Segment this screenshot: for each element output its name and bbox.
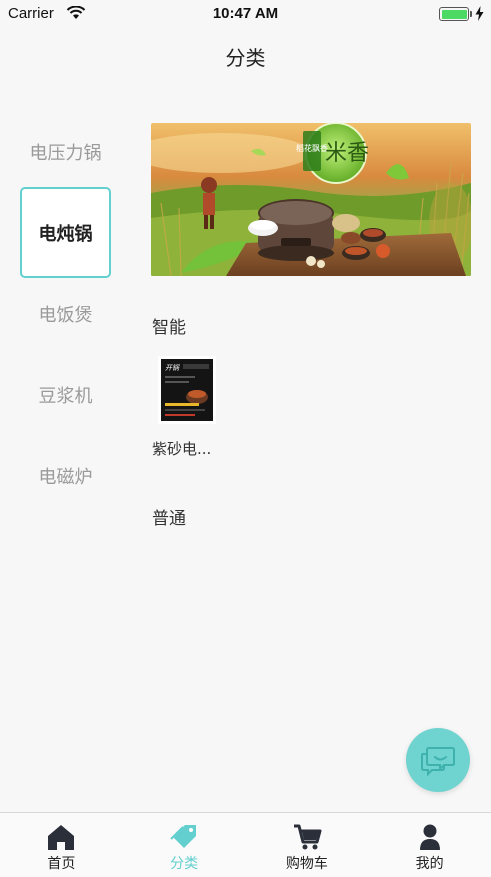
page-title: 分类: [225, 46, 266, 70]
tab-profile-label: 我的: [415, 856, 444, 872]
tab-cart-label: 购物车: [285, 856, 328, 872]
tab-cart[interactable]: 购物车: [246, 813, 369, 877]
clock: 10:47 AM: [212, 5, 279, 22]
customer-service-button[interactable]: [406, 728, 470, 792]
sidebar-item-stew-pot[interactable]: 电炖锅: [20, 187, 111, 278]
tab-category[interactable]: 分类: [123, 813, 246, 877]
tab-profile[interactable]: 我的: [368, 813, 491, 877]
banner-image: 稻花飘香 米香: [151, 123, 471, 276]
home-icon: [48, 825, 75, 850]
section-title-regular: 普通: [152, 509, 186, 529]
tab-home[interactable]: 首页: [0, 813, 123, 877]
tab-category-label: 分类: [170, 856, 199, 872]
sidebar-item-rice-cooker[interactable]: 电饭煲: [20, 268, 111, 359]
charging-icon: [475, 6, 484, 21]
product-card[interactable]: 开锅 紫砂电...: [152, 356, 232, 459]
chat-icon: [421, 747, 455, 776]
tab-home-label: 首页: [47, 856, 76, 872]
cart-icon: [293, 824, 322, 850]
banner-badge-text: 稻花飘香: [296, 143, 328, 153]
sidebar-item-induction-cooker[interactable]: 电磁炉: [20, 430, 111, 521]
product-name: 紫砂电...: [152, 440, 212, 458]
sidebar-item-pressure-cooker[interactable]: 电压力锅: [20, 106, 111, 197]
banner-headline: 米香: [325, 141, 369, 166]
sidebar-item-soymilk-maker[interactable]: 豆浆机: [20, 349, 111, 440]
product-thumbnail: 开锅: [158, 356, 216, 424]
section-title-smart: 智能: [152, 318, 186, 338]
category-banner[interactable]: 稻花飘香 米香: [151, 123, 471, 276]
status-bar: Carrier 10:47 AM: [0, 0, 491, 28]
tag-icon: [170, 825, 197, 848]
battery-icon: [439, 7, 469, 21]
user-icon: [419, 824, 440, 850]
product-thumb-title: 开锅: [165, 364, 180, 372]
tab-bar: 首页 分类 购物车 我的: [0, 812, 491, 877]
